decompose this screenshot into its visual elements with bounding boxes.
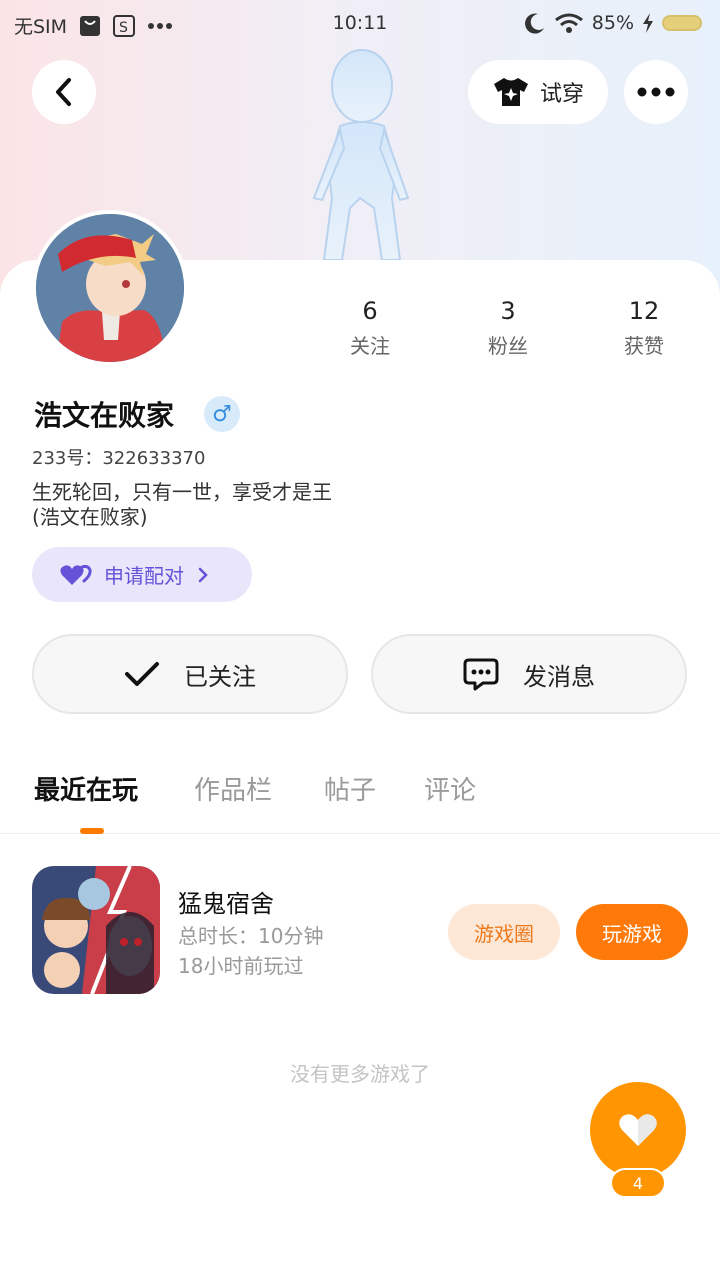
wifi-icon (554, 12, 584, 34)
stat-following-count: 6 (362, 297, 378, 325)
avatar-character-figure (312, 49, 410, 261)
user-id: 233号：322633370 (32, 448, 206, 469)
chat-bubble-icon (463, 658, 499, 691)
heart-icon (619, 1114, 657, 1146)
bio-line-1: 生死轮回，只有一世，享受才是王 (32, 480, 332, 504)
game-name: 猛鬼宿舍 (178, 890, 274, 918)
tab-works[interactable]: 作品栏 (194, 770, 272, 807)
game-total-duration: 总时长：10分钟 (178, 924, 324, 948)
user-nickname: 浩文在败家 (34, 399, 175, 432)
more-button[interactable] (624, 60, 688, 124)
stat-following-label: 关注 (350, 334, 390, 358)
game-circle-button[interactable]: 游戏圈 (448, 904, 560, 960)
stat-following[interactable]: 6 关注 (310, 296, 430, 359)
hearts-icon (60, 564, 92, 585)
game-list-item[interactable]: 猛鬼宿舍 总时长：10分钟 18小时前玩过 游戏圈 玩游戏 (32, 866, 692, 996)
stat-likes-count: 12 (628, 297, 660, 325)
gender-badge: ♂ (204, 396, 240, 432)
more-icon (637, 87, 675, 97)
stat-likes[interactable]: 12 获赞 (584, 296, 704, 359)
stat-likes-label: 获赞 (624, 334, 664, 358)
game-last-played: 18小时前玩过 (178, 954, 304, 978)
status-bar: 无SIM S 10:11 85% (0, 0, 720, 48)
chevron-right-icon (198, 567, 208, 582)
like-count-badge: 4 (610, 1168, 666, 1198)
try-on-label: 试穿 (539, 82, 584, 107)
active-tab-indicator (80, 828, 104, 834)
tab-recently-played[interactable]: 最近在玩 (34, 770, 138, 807)
check-icon (125, 662, 159, 686)
profile-tabs: 最近在玩 作品栏 帖子 评论 (0, 770, 720, 834)
send-message-button[interactable]: 发消息 (371, 634, 687, 714)
tab-posts[interactable]: 帖子 (324, 770, 376, 807)
battery-icon (662, 15, 702, 31)
tab-comments[interactable]: 评论 (424, 770, 476, 807)
stat-fans-label: 粉丝 (488, 334, 528, 358)
apply-match-label: 申请配对 (104, 564, 184, 588)
do-not-disturb-icon (524, 12, 546, 34)
apply-match-button[interactable]: 申请配对 (32, 547, 252, 602)
following-label: 已关注 (184, 662, 256, 691)
back-button[interactable] (32, 60, 96, 124)
charging-icon (642, 13, 654, 33)
following-button[interactable]: 已关注 (32, 634, 348, 714)
user-avatar[interactable] (32, 210, 188, 366)
stat-fans-count: 3 (500, 297, 516, 325)
bio-line-2: (浩文在败家) (32, 505, 148, 529)
shirt-icon (493, 78, 528, 106)
game-icon[interactable] (32, 866, 160, 994)
like-button[interactable] (590, 1082, 686, 1178)
send-message-label: 发消息 (523, 662, 595, 691)
no-more-games-note: 没有更多游戏了 (290, 1062, 430, 1086)
stat-fans[interactable]: 3 粉丝 (448, 296, 568, 359)
play-game-button[interactable]: 玩游戏 (576, 904, 688, 960)
user-bio: 生死轮回，只有一世，享受才是王 (浩文在败家) (32, 480, 592, 530)
try-on-button[interactable]: 试穿 (468, 60, 608, 124)
male-icon: ♂ (212, 401, 232, 427)
battery-percentage: 85% (591, 12, 634, 34)
back-icon (56, 78, 71, 106)
